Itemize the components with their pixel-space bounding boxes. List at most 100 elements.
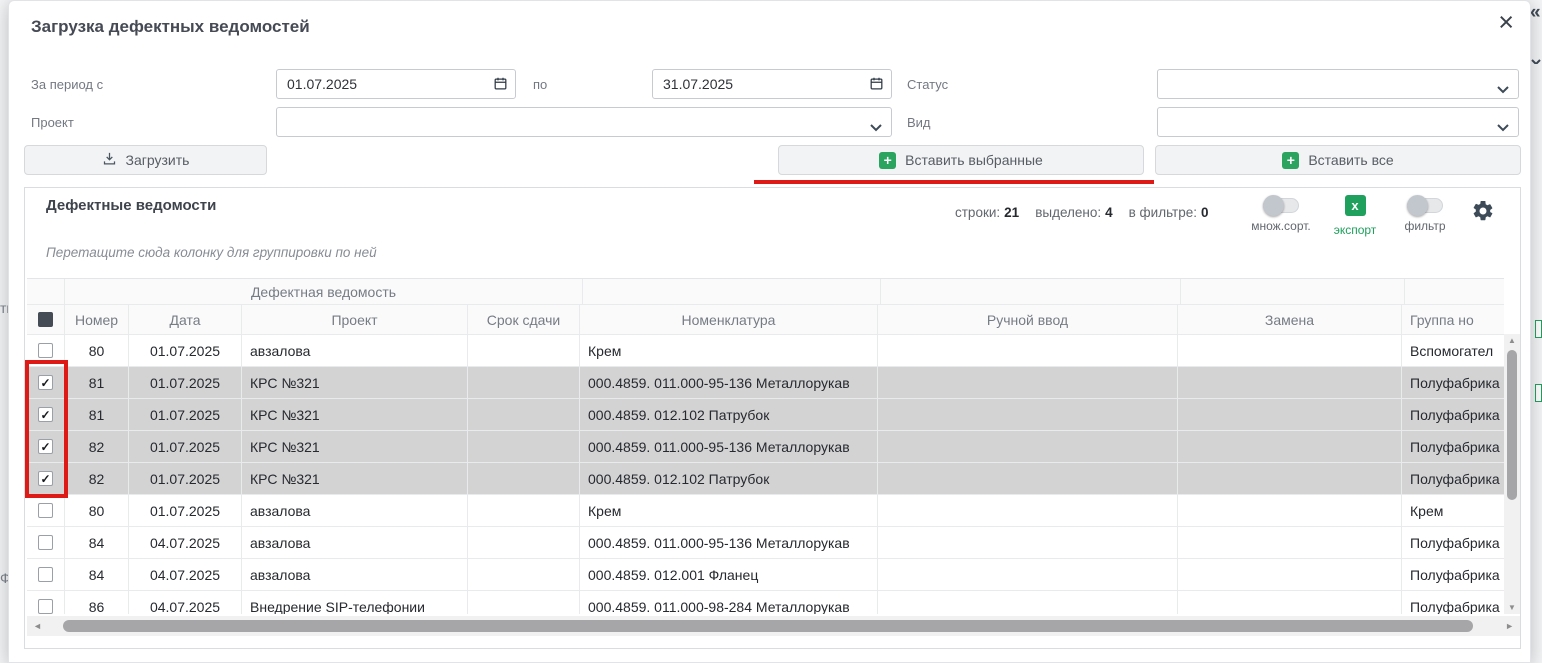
horizontal-scroll-thumb[interactable] bbox=[63, 620, 1473, 632]
cell-number: 82 bbox=[65, 431, 129, 463]
column-header-replacement[interactable]: Замена bbox=[1178, 305, 1402, 335]
cell-nomenclature-group: Полуфабрика bbox=[1402, 527, 1504, 559]
horizontal-scrollbar[interactable]: ◄ ► bbox=[27, 616, 1520, 636]
rows-count: строки:21 bbox=[955, 205, 1019, 220]
table-row[interactable]: ✓ 82 01.07.2025 КРС №321 000.4859. 012.1… bbox=[27, 463, 1504, 495]
row-checkbox[interactable] bbox=[38, 503, 53, 518]
scroll-right-icon[interactable]: ► bbox=[1505, 621, 1514, 631]
row-checkbox[interactable]: ✓ bbox=[38, 471, 53, 486]
table-row[interactable]: 84 04.07.2025 авзалова 000.4859. 012.001… bbox=[27, 559, 1504, 591]
group-by-drop-zone[interactable]: Перетащите сюда колонку для группировки … bbox=[46, 245, 377, 260]
status-select[interactable] bbox=[1157, 69, 1519, 99]
chevron-down-icon[interactable] bbox=[1531, 54, 1541, 64]
column-header-due-date[interactable]: Срок сдачи bbox=[468, 305, 580, 335]
cell-nomenclature-group: Полуфабрика bbox=[1402, 399, 1504, 431]
cell-nomenclature-group: Полуфабрика bbox=[1402, 367, 1504, 399]
row-checkbox-cell[interactable]: ✓ bbox=[27, 431, 65, 463]
row-checkbox-cell[interactable] bbox=[27, 495, 65, 527]
load-button[interactable]: Загрузить bbox=[24, 145, 267, 175]
date-from-field[interactable] bbox=[276, 69, 516, 99]
row-checkbox-cell[interactable]: ✓ bbox=[27, 463, 65, 495]
export-control: x экспорт bbox=[1327, 194, 1383, 237]
cell-number: 82 bbox=[65, 463, 129, 495]
column-header-manual-input[interactable]: Ручной ввод bbox=[878, 305, 1178, 335]
select-all-cell[interactable] bbox=[27, 305, 65, 335]
insert-selected-button[interactable]: + Вставить выбранные bbox=[778, 145, 1144, 175]
grid-stats: строки:21 выделено:4 в фильтре:0 bbox=[955, 205, 1209, 220]
grid-title: Дефектные ведомости bbox=[46, 197, 216, 214]
row-checkbox[interactable] bbox=[38, 535, 53, 550]
select-all-checkbox[interactable] bbox=[38, 312, 53, 327]
row-checkbox-cell[interactable] bbox=[27, 591, 65, 614]
period-from-label: За период с bbox=[31, 77, 103, 92]
scroll-down-icon[interactable]: ▼ bbox=[1504, 603, 1520, 612]
cell-manual-input bbox=[878, 335, 1178, 367]
filter-toggle[interactable] bbox=[1407, 198, 1443, 213]
gear-icon[interactable] bbox=[1471, 199, 1495, 228]
table-row[interactable]: 86 04.07.2025 Внедрение SIP-телефонии 00… bbox=[27, 591, 1504, 614]
cell-due-date bbox=[468, 463, 580, 495]
cell-date: 01.07.2025 bbox=[129, 463, 242, 495]
cell-nomenclature-group: Полуфабрика bbox=[1402, 559, 1504, 591]
collapse-chevron-icon[interactable]: « bbox=[1530, 2, 1542, 24]
table-row[interactable]: 80 01.07.2025 авзалова Крем Вспомогател bbox=[27, 335, 1504, 367]
cell-manual-input bbox=[878, 367, 1178, 399]
column-header-project[interactable]: Проект bbox=[242, 305, 468, 335]
table-row[interactable]: ✓ 81 01.07.2025 КРС №321 000.4859. 012.1… bbox=[27, 399, 1504, 431]
project-select[interactable] bbox=[276, 107, 892, 137]
toggle-knob[interactable] bbox=[1407, 195, 1428, 216]
plus-icon: + bbox=[1282, 152, 1299, 169]
column-header-date[interactable]: Дата bbox=[129, 305, 242, 335]
row-checkbox[interactable]: ✓ bbox=[38, 375, 53, 390]
column-header-nomenclature-group[interactable]: Группа но bbox=[1402, 305, 1504, 335]
vertical-scrollbar[interactable]: ▲ ▼ bbox=[1504, 334, 1520, 614]
row-checkbox-cell[interactable]: ✓ bbox=[27, 399, 65, 431]
table-row[interactable]: ✓ 81 01.07.2025 КРС №321 000.4859. 011.0… bbox=[27, 367, 1504, 399]
row-checkbox-cell[interactable] bbox=[27, 559, 65, 591]
cell-project: КРС №321 bbox=[242, 431, 468, 463]
period-to-label: по bbox=[533, 77, 547, 92]
row-checkbox-cell[interactable] bbox=[27, 335, 65, 367]
plus-icon: + bbox=[879, 152, 896, 169]
table-row[interactable]: 80 01.07.2025 авзалова Крем Крем bbox=[27, 495, 1504, 527]
toggle-knob[interactable] bbox=[1263, 195, 1284, 216]
row-checkbox[interactable] bbox=[38, 567, 53, 582]
multisort-toggle[interactable] bbox=[1263, 198, 1299, 213]
status-label: Статус bbox=[907, 77, 948, 92]
excel-export-icon[interactable]: x bbox=[1345, 195, 1366, 216]
row-checkbox[interactable]: ✓ bbox=[38, 407, 53, 422]
filter-label: фильтр bbox=[1393, 219, 1457, 233]
table-row[interactable]: 84 04.07.2025 авзалова 000.4859. 011.000… bbox=[27, 527, 1504, 559]
cell-number: 80 bbox=[65, 495, 129, 527]
date-to-input[interactable] bbox=[652, 69, 892, 99]
insert-all-button[interactable]: + Вставить все bbox=[1155, 145, 1521, 175]
project-label: Проект bbox=[31, 115, 74, 130]
cell-number: 84 bbox=[65, 559, 129, 591]
date-from-input[interactable] bbox=[276, 69, 516, 99]
cell-project: авзалова bbox=[242, 559, 468, 591]
date-to-field[interactable] bbox=[652, 69, 892, 99]
column-header-nomenclature[interactable]: Номенклатура bbox=[580, 305, 878, 335]
kind-select[interactable] bbox=[1157, 107, 1519, 137]
row-checkbox[interactable]: ✓ bbox=[38, 439, 53, 454]
row-checkbox[interactable] bbox=[38, 599, 53, 614]
close-icon[interactable]: × bbox=[1498, 9, 1514, 36]
group-header-defect-sheet: Дефектная ведомость bbox=[65, 279, 583, 305]
row-checkbox-cell[interactable] bbox=[27, 527, 65, 559]
row-checkbox[interactable] bbox=[38, 343, 53, 358]
cell-due-date bbox=[468, 431, 580, 463]
cell-nomenclature: 000.4859. 012.102 Патрубок bbox=[580, 399, 878, 431]
kind-label: Вид bbox=[907, 115, 931, 130]
scroll-left-icon[interactable]: ◄ bbox=[33, 621, 42, 631]
table-row[interactable]: ✓ 82 01.07.2025 КРС №321 000.4859. 011.0… bbox=[27, 431, 1504, 463]
scroll-up-icon[interactable]: ▲ bbox=[1504, 336, 1520, 345]
cell-project: авзалова bbox=[242, 527, 468, 559]
cell-manual-input bbox=[878, 527, 1178, 559]
row-checkbox-cell[interactable]: ✓ bbox=[27, 367, 65, 399]
vertical-scroll-thumb[interactable] bbox=[1507, 350, 1517, 500]
column-header-number[interactable]: Номер bbox=[65, 305, 129, 335]
cell-date: 04.07.2025 bbox=[129, 527, 242, 559]
cell-replacement bbox=[1178, 463, 1402, 495]
cell-replacement bbox=[1178, 591, 1402, 614]
group-header-spacer bbox=[1405, 279, 1504, 305]
